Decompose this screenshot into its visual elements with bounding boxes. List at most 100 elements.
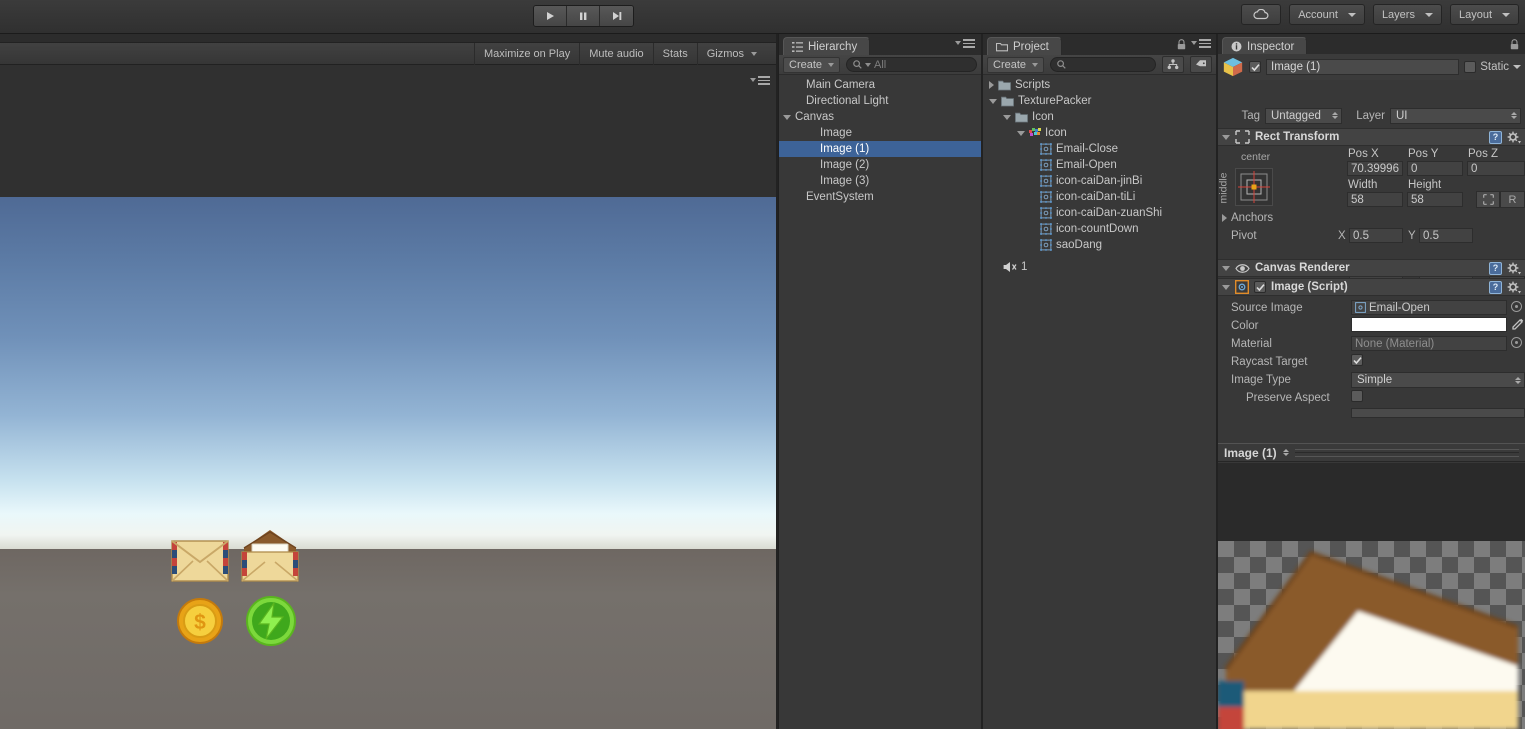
- mute-audio-toggle[interactable]: Mute audio: [579, 43, 652, 65]
- tag-dropdown[interactable]: Untagged: [1265, 108, 1342, 124]
- gear-icon[interactable]: [1507, 262, 1521, 275]
- project-item-icon-caidan-tili[interactable]: icon-caiDan-tiLi: [983, 189, 1216, 205]
- chevron-right-icon[interactable]: [989, 81, 994, 89]
- account-button[interactable]: Account: [1289, 4, 1365, 25]
- inspector-lock-toggle[interactable]: [1510, 39, 1519, 53]
- game-view-render-area[interactable]: $: [0, 197, 776, 729]
- chevron-down-icon[interactable]: [1513, 65, 1521, 69]
- pivot-x-field[interactable]: 0.5: [1349, 228, 1403, 243]
- raw-edit-button[interactable]: R: [1500, 191, 1525, 208]
- updown-icon[interactable]: [1283, 449, 1289, 456]
- eyedropper-icon[interactable]: [1511, 317, 1525, 331]
- project-item-scripts[interactable]: Scripts: [983, 77, 1216, 93]
- layers-button[interactable]: Layers: [1373, 4, 1442, 25]
- filter-by-label-button[interactable]: [1190, 56, 1212, 73]
- hierarchy-item-canvas[interactable]: Canvas: [779, 109, 981, 125]
- gizmos-dropdown[interactable]: Gizmos: [697, 43, 762, 65]
- cloud-button[interactable]: [1241, 4, 1281, 25]
- hierarchy-options-menu[interactable]: [955, 39, 975, 48]
- preserve-aspect-checkbox[interactable]: [1351, 390, 1363, 402]
- chevron-down-icon[interactable]: [989, 99, 997, 104]
- hierarchy-item-eventsystem[interactable]: EventSystem: [779, 189, 981, 205]
- canvas-renderer-header[interactable]: Canvas Renderer ?: [1218, 259, 1525, 277]
- project-item-email-open[interactable]: Email-Open: [983, 157, 1216, 173]
- gear-icon[interactable]: [1507, 131, 1521, 144]
- project-item-icon-caidan-jinbi[interactable]: icon-caiDan-jinBi: [983, 173, 1216, 189]
- tab-inspector[interactable]: Inspector: [1222, 37, 1307, 55]
- project-item-icon[interactable]: Icon: [983, 125, 1216, 141]
- image-script-enabled-checkbox[interactable]: [1254, 281, 1266, 293]
- help-icon[interactable]: ?: [1489, 281, 1502, 294]
- project-audio-row[interactable]: 1: [983, 259, 1216, 275]
- chevron-down-icon[interactable]: [1003, 115, 1011, 120]
- layer-dropdown[interactable]: UI: [1390, 108, 1521, 124]
- width-field[interactable]: 58: [1347, 192, 1403, 207]
- raycast-target-checkbox[interactable]: [1351, 354, 1363, 366]
- static-checkbox[interactable]: [1464, 61, 1476, 73]
- pause-button[interactable]: [567, 6, 600, 26]
- filter-by-type-button[interactable]: [1162, 56, 1184, 73]
- preview-header-bar[interactable]: Image (1): [1218, 443, 1525, 462]
- tab-hierarchy[interactable]: Hierarchy: [783, 37, 870, 55]
- hierarchy-tree[interactable]: Main CameraDirectional LightCanvasImageI…: [779, 75, 981, 729]
- hierarchy-item-image[interactable]: Image: [779, 125, 981, 141]
- folder-icon: [1015, 112, 1028, 123]
- project-tree[interactable]: ScriptsTexturePackerIconIconEmail-CloseE…: [983, 75, 1216, 729]
- set-native-size-button[interactable]: [1351, 408, 1525, 418]
- color-swatch[interactable]: [1351, 317, 1507, 332]
- project-item-texturepacker[interactable]: TexturePacker: [983, 93, 1216, 109]
- rect-transform-header[interactable]: Rect Transform ?: [1218, 128, 1525, 146]
- object-enabled-checkbox[interactable]: [1249, 61, 1261, 73]
- chevron-down-icon[interactable]: [1017, 131, 1025, 136]
- image-script-header[interactable]: Image (Script) ?: [1218, 278, 1525, 296]
- chevron-down-icon[interactable]: [1222, 285, 1230, 290]
- project-search-input[interactable]: [1050, 57, 1156, 72]
- hierarchy-item-main-camera[interactable]: Main Camera: [779, 77, 981, 93]
- divider-game-hierarchy[interactable]: [776, 34, 778, 729]
- pos-z-field[interactable]: 0: [1467, 161, 1525, 176]
- hierarchy-item-image-3[interactable]: Image (3): [779, 173, 981, 189]
- project-options-menu[interactable]: [1191, 39, 1211, 48]
- project-item-saodang[interactable]: saoDang: [983, 237, 1216, 253]
- material-field[interactable]: None (Material): [1351, 336, 1507, 351]
- hierarchy-item-image-1[interactable]: Image (1): [779, 141, 981, 157]
- project-item-icon-countdown[interactable]: icon-countDown: [983, 221, 1216, 237]
- object-name-field[interactable]: Image (1): [1266, 59, 1459, 75]
- anchor-preset-widget[interactable]: [1235, 168, 1273, 206]
- material-picker-button[interactable]: [1511, 337, 1522, 348]
- source-image-picker-button[interactable]: [1511, 301, 1522, 312]
- hierarchy-item-directional-light[interactable]: Directional Light: [779, 93, 981, 109]
- chevron-down-icon[interactable]: [783, 115, 791, 120]
- blueprint-mode-button[interactable]: [1476, 191, 1500, 208]
- project-item-email-close[interactable]: Email-Close: [983, 141, 1216, 157]
- tab-project[interactable]: Project: [987, 37, 1062, 55]
- layout-button[interactable]: Layout: [1450, 4, 1519, 25]
- pos-y-field[interactable]: 0: [1407, 161, 1463, 176]
- play-button[interactable]: [534, 6, 567, 26]
- chevron-down-icon[interactable]: [1222, 266, 1230, 271]
- maximize-on-play-toggle[interactable]: Maximize on Play: [474, 43, 579, 65]
- hierarchy-item-image-2[interactable]: Image (2): [779, 157, 981, 173]
- preview-resize-grip[interactable]: [1295, 449, 1519, 457]
- chevron-right-icon[interactable]: [1222, 214, 1227, 222]
- anchors-foldout[interactable]: Anchors: [1222, 212, 1273, 224]
- pivot-y-field[interactable]: 0.5: [1419, 228, 1473, 243]
- game-view-options-menu[interactable]: [750, 76, 770, 85]
- hierarchy-create-button[interactable]: Create: [783, 57, 840, 73]
- stats-toggle[interactable]: Stats: [653, 43, 697, 65]
- height-field[interactable]: 58: [1407, 192, 1463, 207]
- pos-x-field[interactable]: 70.39996: [1347, 161, 1403, 176]
- chevron-down-icon[interactable]: [1222, 135, 1230, 140]
- project-item-icon-caidan-zuanshi[interactable]: icon-caiDan-zuanShi: [983, 205, 1216, 221]
- source-image-field[interactable]: Email-Open: [1351, 300, 1507, 315]
- static-toggle-group[interactable]: Static: [1464, 61, 1521, 73]
- gear-icon[interactable]: [1507, 281, 1521, 294]
- help-icon[interactable]: ?: [1489, 131, 1502, 144]
- hierarchy-search-input[interactable]: All: [846, 57, 977, 72]
- project-lock-toggle[interactable]: [1177, 39, 1186, 53]
- help-icon[interactable]: ?: [1489, 262, 1502, 275]
- step-button[interactable]: [600, 6, 633, 26]
- project-item-icon[interactable]: Icon: [983, 109, 1216, 125]
- project-create-button[interactable]: Create: [987, 57, 1044, 73]
- image-type-dropdown[interactable]: Simple: [1351, 372, 1525, 388]
